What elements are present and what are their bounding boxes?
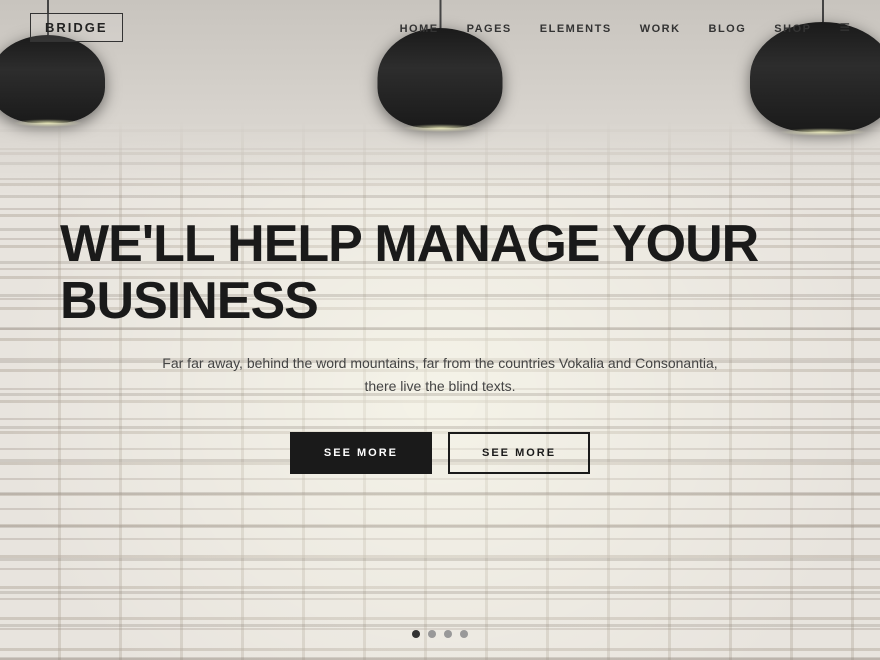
nav-item-shop[interactable]: SHOP [774,19,811,37]
nav-item-elements[interactable]: ELEMENTS [540,19,612,37]
see-more-button-filled[interactable]: SEE MORE [290,432,432,474]
nav-link-blog[interactable]: BLOG [709,23,747,35]
slide-dots [412,630,468,638]
nav-hamburger[interactable]: ≡ [839,17,850,38]
hero-subtitle: Far far away, behind the word mountains,… [160,352,720,397]
nav-link-shop[interactable]: SHOP [774,23,811,35]
dot-2[interactable] [428,630,436,638]
dot-1[interactable] [412,630,420,638]
hamburger-icon[interactable]: ≡ [839,17,850,37]
hero-buttons: SEE MORE SEE MORE [290,432,590,474]
dot-3[interactable] [444,630,452,638]
navbar: BRIDGE HOME PAGES ELEMENTS WORK BLOG SHO… [0,0,880,55]
nav-item-blog[interactable]: BLOG [709,19,747,37]
nav-item-pages[interactable]: PAGES [467,19,512,37]
nav-item-home[interactable]: HOME [400,19,439,37]
nav-link-elements[interactable]: ELEMENTS [540,23,612,35]
dot-4[interactable] [460,630,468,638]
nav-link-work[interactable]: WORK [640,23,681,35]
hero-title: WE'LL HELP MANAGE YOUR BUSINESS [60,216,820,330]
see-more-button-outline[interactable]: SEE MORE [448,432,590,474]
nav-link-pages[interactable]: PAGES [467,23,512,35]
nav-links: HOME PAGES ELEMENTS WORK BLOG SHOP ≡ [400,17,850,38]
nav-link-home[interactable]: HOME [400,23,439,35]
nav-item-work[interactable]: WORK [640,19,681,37]
logo[interactable]: BRIDGE [30,13,123,42]
hero-content: WE'LL HELP MANAGE YOUR BUSINESS Far far … [0,30,880,660]
